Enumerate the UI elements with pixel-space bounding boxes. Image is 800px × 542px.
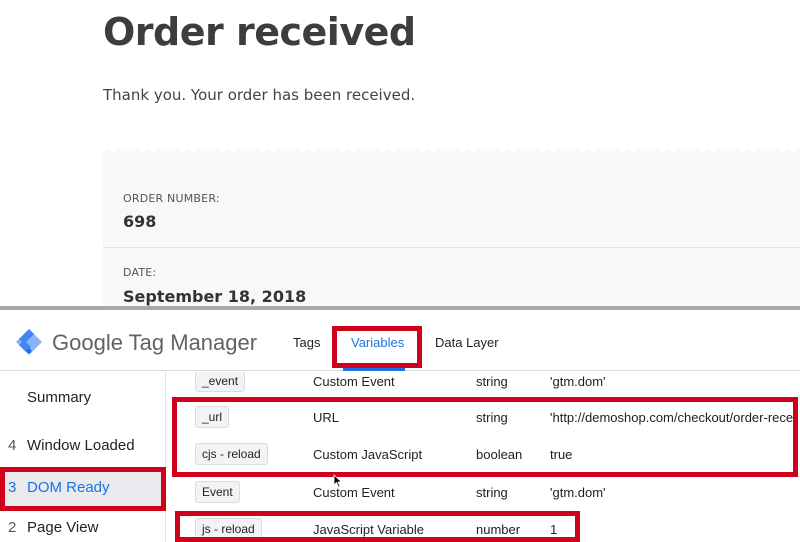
variable-value: 'http://demoshop.com/checkout/order-rece [550, 410, 794, 425]
thank-you-message: Thank you. Your order has been received. [103, 86, 416, 104]
sidebar-item-window-loaded[interactable]: 4 Window Loaded [0, 426, 166, 466]
variable-value: 1 [550, 522, 558, 537]
tab-variables[interactable]: Variables [351, 335, 404, 350]
sidebar-item-label: DOM Ready [27, 479, 110, 496]
variable-return-type: string [476, 485, 508, 500]
order-number-label: ORDER NUMBER: [123, 192, 220, 205]
gtm-logo-icon [16, 329, 42, 355]
variables-table: _event Custom Event string 'gtm.dom' _ur… [167, 372, 800, 542]
divider [103, 247, 800, 248]
variable-name-chip[interactable]: js - reload [195, 518, 262, 540]
table-row: cjs - reload Custom JavaScript boolean t… [167, 435, 800, 473]
order-confirmation-page: Order received Thank you. Your order has… [0, 0, 800, 308]
sidebar-item-summary[interactable]: Summary [0, 378, 166, 418]
event-timeline-sidebar: Summary 4 Window Loaded 3 DOM Ready 2 Pa… [0, 372, 166, 542]
variable-name-chip[interactable]: Event [195, 481, 240, 503]
variable-value: 'gtm.dom' [550, 374, 606, 389]
variable-type: Custom Event [313, 485, 395, 500]
page-title: Order received [103, 10, 416, 54]
event-number: 4 [8, 437, 17, 454]
order-number-value: 698 [123, 212, 157, 231]
sidebar-item-page-view[interactable]: 2 Page View [0, 508, 166, 542]
variable-type: Custom Event [313, 374, 395, 389]
sidebar-item-label: Summary [27, 389, 92, 406]
variable-type: Custom JavaScript [313, 447, 423, 462]
sidebar-item-label: Window Loaded [27, 437, 135, 454]
variable-type: URL [313, 410, 340, 425]
variable-name-chip[interactable]: cjs - reload [195, 443, 268, 465]
variable-return-type: number [476, 522, 521, 537]
table-row: _event Custom Event string 'gtm.dom' [167, 372, 800, 400]
variable-return-type: string [476, 410, 508, 425]
variable-value: true [550, 447, 573, 462]
zigzag-edge [103, 148, 800, 158]
sidebar-item-dom-ready[interactable]: 3 DOM Ready [0, 468, 166, 508]
gtm-preview-panel: Google Tag Manager Tags Variables Data L… [0, 310, 800, 542]
active-tab-indicator [343, 368, 405, 371]
variable-return-type: string [476, 374, 508, 389]
variable-name-chip[interactable]: _url [195, 406, 230, 428]
table-row: js - reload JavaScript Variable number 1 [167, 510, 800, 542]
date-value: September 18, 2018 [123, 287, 307, 306]
sidebar-item-label: Page View [27, 519, 99, 536]
event-number: 2 [8, 519, 17, 536]
order-details-box: ORDER NUMBER: 698 DATE: September 18, 20… [103, 148, 800, 308]
gtm-header: Google Tag Manager Tags Variables Data L… [0, 310, 800, 371]
tab-data-layer[interactable]: Data Layer [435, 335, 499, 350]
date-label: DATE: [123, 266, 157, 279]
table-row: Event Custom Event string 'gtm.dom' [167, 473, 800, 511]
variable-return-type: boolean [476, 447, 523, 462]
variable-name-chip[interactable]: _event [195, 372, 246, 392]
table-row: _url URL string 'http://demoshop.com/che… [167, 398, 800, 436]
variable-value: 'gtm.dom' [550, 485, 606, 500]
gtm-brand-name: Google Tag Manager [52, 330, 258, 355]
event-number: 3 [8, 479, 17, 496]
variable-type: JavaScript Variable [313, 522, 425, 537]
mouse-cursor-icon [333, 474, 343, 488]
tab-tags[interactable]: Tags [293, 335, 320, 350]
